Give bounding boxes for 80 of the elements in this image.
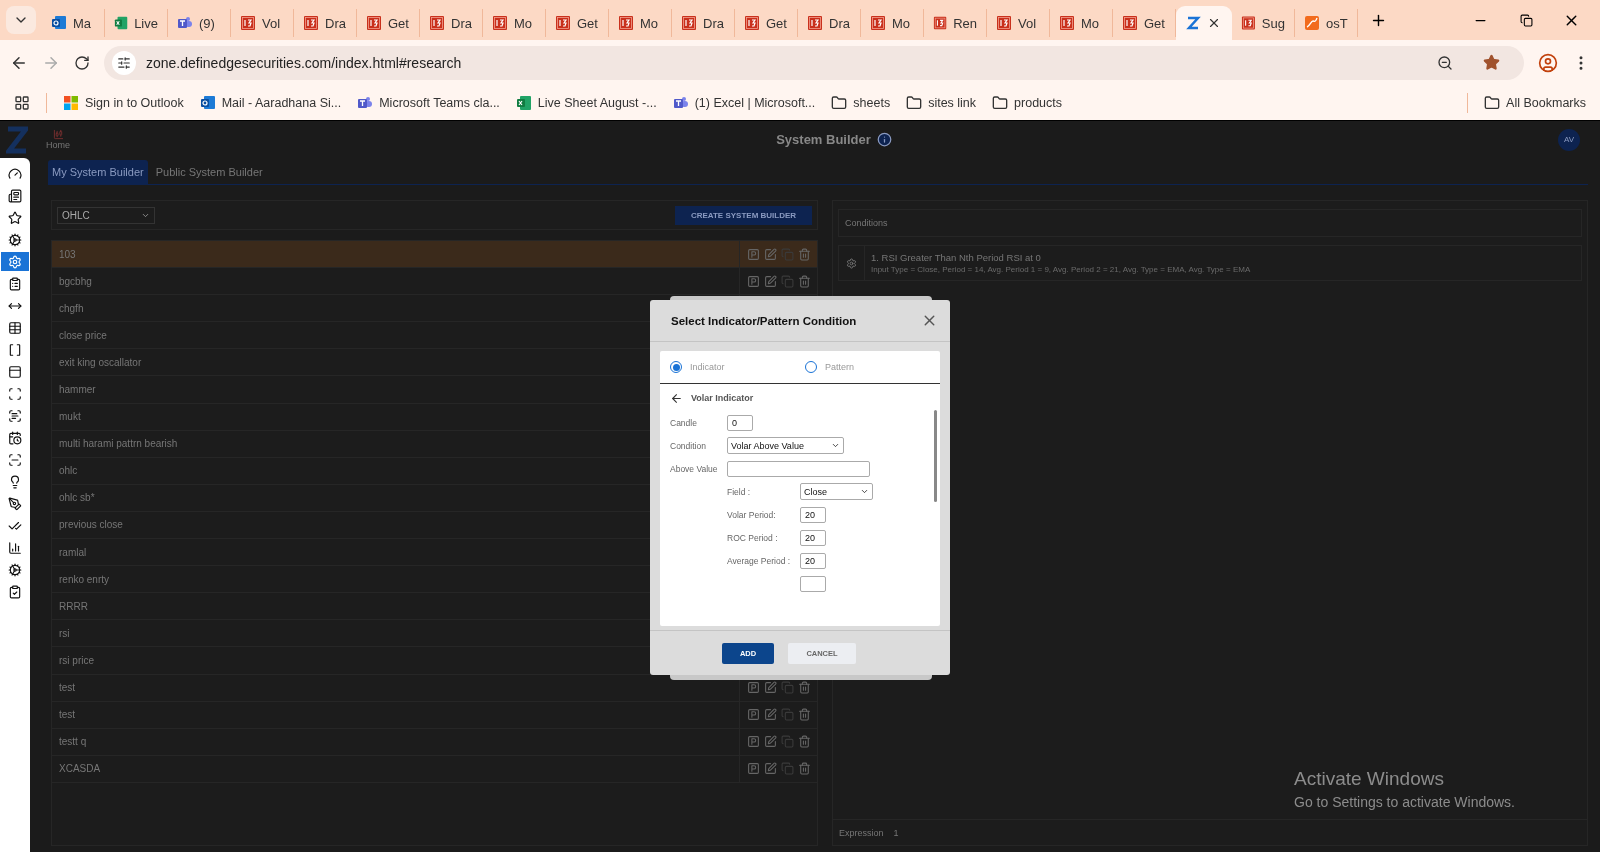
system-name: ohlc xyxy=(59,465,78,477)
bookmark-link[interactable]: Microsoft Teams cla... xyxy=(357,94,500,111)
system-name: hammer xyxy=(59,384,96,395)
activation-title: Activate Windows xyxy=(1294,768,1445,790)
browser-tab[interactable]: Sug xyxy=(1232,9,1295,37)
activation-message: Go to Settings to activate Windows. xyxy=(1294,794,1515,810)
system-name: rsi price xyxy=(59,654,94,666)
bookmark-link[interactable]: (1) Excel | Microsoft... xyxy=(672,94,816,111)
list-row[interactable]: test xyxy=(52,701,817,729)
list-row[interactable]: XCASDA xyxy=(52,755,817,783)
expression-label: Expression xyxy=(839,827,884,838)
browser-tab[interactable]: Vol xyxy=(231,9,294,37)
system-name: renko enrty xyxy=(59,573,110,585)
system-name: multi harami pattrn bearish xyxy=(59,438,178,450)
field-label: Average Period : xyxy=(727,555,792,566)
page-tab[interactable]: Public System Builder xyxy=(151,160,267,184)
field-label: Above Value xyxy=(670,463,719,474)
expression-value: 1 xyxy=(893,827,899,838)
filter-select[interactable]: OHLC xyxy=(57,206,155,224)
browser-tab[interactable]: Get xyxy=(735,9,798,37)
user-avatar[interactable]: AV xyxy=(1558,128,1580,151)
field-label: Candle xyxy=(670,417,698,428)
system-name: test xyxy=(59,682,76,694)
browser-tab[interactable]: Live xyxy=(105,9,168,37)
browser-tab[interactable]: Vol xyxy=(987,9,1050,37)
system-name: XCASDA xyxy=(59,763,101,775)
browser-tab[interactable]: Get xyxy=(546,9,609,37)
bookmark-link[interactable]: Sign in to Outlook xyxy=(63,94,184,111)
select-field[interactable]: Close xyxy=(800,483,873,500)
condition-title: 1. RSI Greater Than Nth Period RSI at 0 xyxy=(871,252,1042,263)
section-title: Volar Indicator xyxy=(691,393,754,403)
browser-tab[interactable]: Get xyxy=(357,9,420,37)
browser-tab[interactable]: (9) xyxy=(168,9,231,37)
input-field[interactable]: 20 xyxy=(800,552,826,569)
input-field[interactable]: 0 xyxy=(727,414,753,431)
field-label: Volar Period: xyxy=(727,509,777,520)
browser-tab[interactable]: Mo xyxy=(609,9,672,37)
system-name: exit king oscallator xyxy=(59,356,142,368)
browser-tab[interactable]: Mo xyxy=(483,9,546,37)
browser-tab[interactable]: Ren xyxy=(924,9,987,37)
list-row[interactable]: testt q xyxy=(52,728,817,756)
browser-tab[interactable]: Dra xyxy=(672,9,735,37)
bookmark-link[interactable]: sites link xyxy=(906,94,977,111)
browser-tab[interactable]: Mo xyxy=(861,9,924,37)
create-system-builder-button[interactable]: CREATE SYSTEM BUILDER xyxy=(675,205,812,225)
select-field[interactable]: Volar Above Value xyxy=(727,437,844,454)
browser-tab[interactable]: Dra xyxy=(294,9,357,37)
system-name: 103 xyxy=(59,248,76,260)
page-tab[interactable]: My System Builder xyxy=(48,160,148,184)
browser-tab[interactable]: osT xyxy=(1295,9,1358,37)
system-name: RRRR xyxy=(59,600,88,612)
system-name: rsi xyxy=(59,627,70,639)
all-bookmarks-link[interactable]: All Bookmarks xyxy=(1484,94,1586,111)
browser-tab[interactable]: Ma xyxy=(42,9,105,37)
system-name: test xyxy=(59,709,76,721)
bookmark-link[interactable]: Mail - Aaradhana Si... xyxy=(199,94,342,111)
field-label: Condition xyxy=(670,440,707,451)
page-title: System Builder xyxy=(776,132,871,147)
bookmark-link[interactable]: sheets xyxy=(831,94,891,111)
system-name: previous close xyxy=(59,519,123,531)
browser-tab[interactable]: Get xyxy=(1113,9,1176,37)
list-row[interactable]: bgcbhg xyxy=(52,268,817,296)
address-bar[interactable]: zone.definedgesecurities.com/index.html#research xyxy=(104,45,1524,80)
system-name: testt q xyxy=(59,736,87,748)
system-name: ramlal xyxy=(59,546,87,558)
browser-tab[interactable]: Dra xyxy=(420,9,483,37)
system-name: bgcbhg xyxy=(59,275,92,287)
home-link[interactable]: Home xyxy=(46,129,70,150)
field-label: Field : xyxy=(727,486,752,497)
browser-tab[interactable]: Dra xyxy=(798,9,861,37)
input-field[interactable]: 20 xyxy=(800,506,826,523)
system-name: ohlc sb* xyxy=(59,492,95,504)
system-name: mukt xyxy=(59,411,81,423)
bookmark-link[interactable]: products xyxy=(992,94,1063,111)
system-name: chgfh xyxy=(59,302,84,314)
input-field[interactable]: 20 xyxy=(800,529,826,546)
conditions-heading: Conditions xyxy=(838,209,1582,237)
browser-tab[interactable]: Mo xyxy=(1050,9,1113,37)
system-name: close price xyxy=(59,329,107,341)
bookmark-link[interactable]: Live Sheet August -... xyxy=(515,94,657,111)
